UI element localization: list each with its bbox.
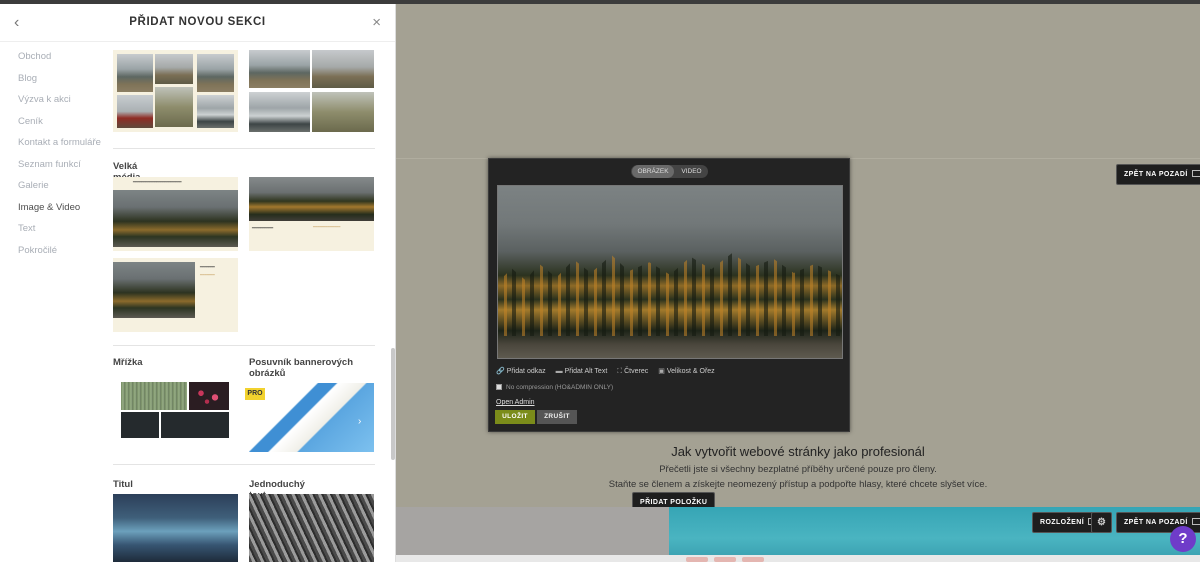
template-photo (117, 54, 153, 92)
category-text[interactable]: Text (18, 218, 108, 240)
comment-icon: ▬ (555, 368, 563, 375)
template-mini-text: ━━━━━━━━━━━━━ (313, 225, 341, 229)
layout-label: ROZLOŽENÍ (1040, 519, 1085, 526)
template-photo (197, 95, 234, 128)
no-compression-option: No compression (HO&ADMIN ONLY) (496, 384, 613, 391)
template-photo (312, 50, 374, 88)
template-photo (113, 190, 238, 247)
link-icon: 🔗 (496, 368, 505, 375)
pro-badge: PRO (245, 388, 265, 400)
back-to-background-button[interactable]: ZPĚT NA POZADÍ (1116, 164, 1200, 185)
open-admin-link[interactable]: Open Admin (496, 399, 535, 406)
back-to-background-label: ZPĚT NA POZADÍ (1124, 519, 1188, 526)
square-label: Čtverec (624, 368, 649, 375)
image-preview[interactable] (497, 185, 843, 359)
add-alt-text-label: Přidat Alt Text (564, 368, 608, 375)
template-photo (121, 382, 187, 410)
section-label-grid: Mřížka (113, 357, 143, 368)
category-gallery[interactable]: Galerie (18, 175, 108, 197)
template-mini-text: ━━━━━━━ (200, 273, 215, 277)
section-separator (113, 464, 375, 465)
template-photo (161, 412, 229, 438)
add-link-button[interactable]: 🔗 Přidat odkaz (496, 367, 546, 375)
image-icon (1191, 518, 1200, 525)
section-separator (113, 345, 375, 346)
no-compression-label: No compression (HO&ADMIN ONLY) (506, 384, 614, 391)
image-icon (1191, 170, 1200, 177)
image-editor-popup: OBRÁZEK VIDEO 🔗 Přidat odkaz ▬ Přidat Alt … (488, 158, 850, 432)
cancel-button[interactable]: ZRUŠIT (537, 410, 577, 424)
size-crop-button[interactable]: ▣ Velikost & Ořez (658, 367, 714, 375)
tab-video[interactable]: VIDEO (675, 165, 708, 178)
tree-line-graphic (498, 253, 842, 336)
template-large-media-3[interactable]: ━━━━━━━ ━━━━━━━ (113, 258, 238, 332)
template-grid[interactable] (113, 378, 238, 445)
template-simple-text[interactable] (249, 494, 374, 562)
bottom-chip (714, 557, 736, 562)
template-banner-slider[interactable] (249, 383, 374, 452)
template-photo (113, 262, 195, 318)
media-type-toggle: OBRÁZEK VIDEO (631, 165, 708, 178)
template-mini-heading: ━━━━━━━━━━━━━━━━━━━━━━━ (133, 180, 182, 184)
bottom-strip (396, 555, 1200, 562)
add-link-label: Přidat odkaz (506, 368, 546, 375)
category-shop[interactable]: Obchod (18, 46, 108, 68)
panel-header: ‹ PŘIDAT NOVOU SEKCI × (0, 4, 395, 42)
template-gallery-collage-1[interactable] (113, 50, 238, 132)
close-icon[interactable]: × (372, 14, 381, 31)
gear-icon: ⚙ (1097, 517, 1107, 528)
add-alt-text-button[interactable]: ▬ Přidat Alt Text (556, 368, 608, 375)
template-large-media-2[interactable]: ━━━━━━━━━━ ━━━━━━━━━━━━━ (249, 177, 374, 251)
add-section-panel: ‹ PŘIDAT NOVOU SEKCI × Obchod Blog Výzva… (0, 4, 396, 562)
slider-next-icon: › (358, 416, 362, 427)
category-advanced[interactable]: Pokročilé (18, 240, 108, 262)
template-photo (121, 412, 159, 438)
crop-icon: ▣ (658, 368, 665, 375)
image-tools: 🔗 Přidat odkaz ▬ Přidat Alt Text ⛶ Čtverec … (496, 367, 723, 376)
page-subtext-line-2: Staňte se členem a získejte neomezený př… (608, 479, 988, 490)
template-photo (155, 87, 193, 127)
category-contact-forms[interactable]: Kontakt a formuláře (18, 132, 108, 154)
category-feature-list[interactable]: Seznam funkcí (18, 154, 108, 176)
section-label-banner-slider: Posuvník bannerových obrázků (249, 357, 354, 379)
help-button[interactable]: ? (1170, 526, 1196, 552)
template-title[interactable] (113, 494, 238, 562)
page-canvas: ZPĚT NA POZADÍ OBRÁZEK VIDEO 🔗 Přidat odk… (396, 4, 1200, 562)
size-crop-label: Velikost & Ořez (666, 368, 715, 375)
section-label-title: Titul (113, 479, 133, 490)
template-mini-heading: ━━━━━━━ (200, 265, 215, 269)
template-photo (249, 50, 310, 88)
panel-scrollbar[interactable] (391, 348, 395, 460)
panel-title: PŘIDAT NOVOU SEKCI (129, 16, 266, 28)
template-photo (249, 92, 310, 132)
category-call-to-action[interactable]: Výzva k akci (18, 89, 108, 111)
template-mini-heading: ━━━━━━━━━━ (252, 226, 274, 230)
category-blog[interactable]: Blog (18, 68, 108, 90)
template-photo (249, 177, 374, 221)
bottom-chip (742, 557, 764, 562)
template-gallery-collage-2[interactable] (249, 50, 374, 132)
bottom-chip (686, 557, 708, 562)
category-image-video[interactable]: Image & Video (18, 197, 108, 219)
settings-button[interactable]: ⚙ (1091, 512, 1113, 533)
back-to-background-label: ZPĚT NA POZADÍ (1124, 171, 1188, 178)
page-headline: Jak vytvořit webové stránky jako profesi… (671, 444, 925, 459)
tab-image[interactable]: OBRÁZEK (632, 165, 674, 178)
expand-icon: ⛶ (617, 368, 623, 375)
template-photo (117, 95, 153, 128)
section-separator (113, 148, 375, 149)
square-button[interactable]: ⛶ Čtverec (617, 368, 648, 376)
template-photo (197, 54, 234, 92)
category-nav: Obchod Blog Výzva k akci Ceník Kontakt a… (18, 46, 108, 261)
no-compression-checkbox[interactable] (496, 384, 502, 390)
page-subtext-line-1: Přečetli jste si všechny bezplatné příbě… (659, 464, 937, 475)
template-photo (189, 382, 229, 410)
category-pricing[interactable]: Ceník (18, 111, 108, 133)
template-photo (312, 92, 374, 132)
save-button[interactable]: ULOŽIT (495, 410, 535, 424)
template-large-media-1[interactable]: ━━━━━━━━━━━━━━━━━━━━━━━ (113, 177, 238, 251)
template-photo (155, 54, 193, 84)
